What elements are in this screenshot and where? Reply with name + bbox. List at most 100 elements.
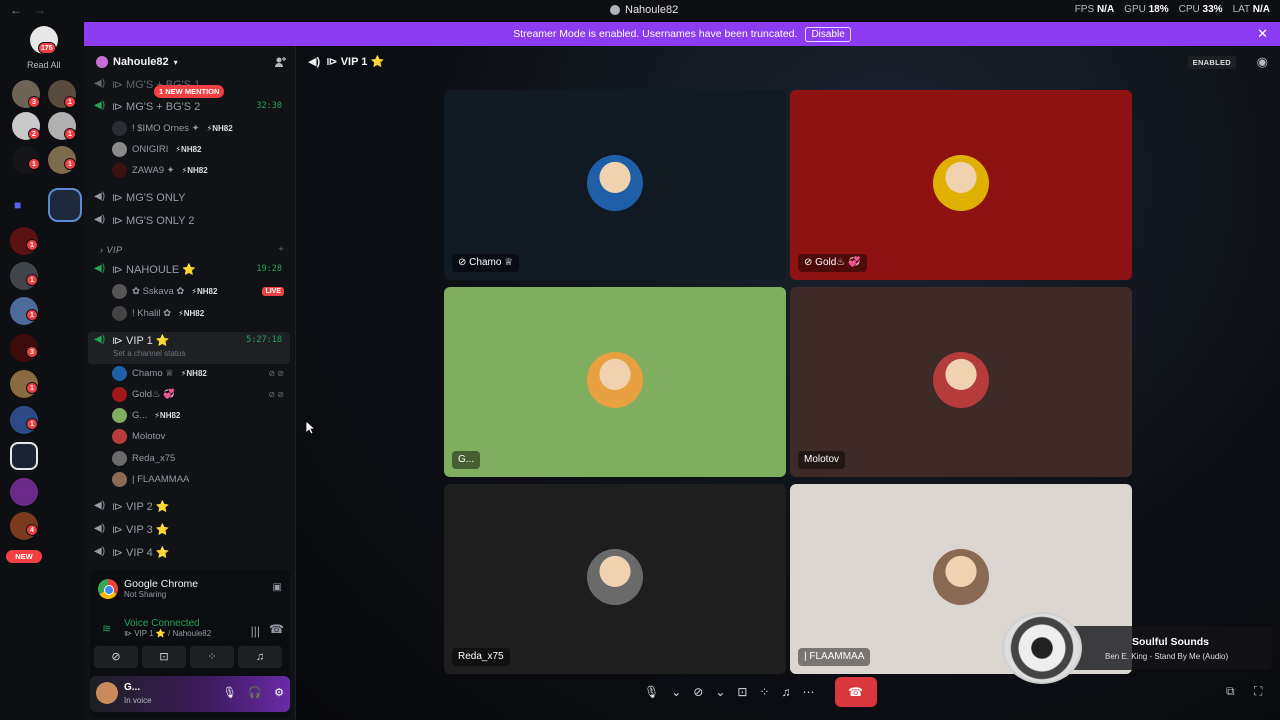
participant-name: Reda_x75	[452, 648, 510, 666]
voice-channel-mgs-bgs-2[interactable]: ◀) ⧐ MG'S + BG'S 2 32:30	[94, 96, 288, 116]
voice-user[interactable]: ZAWA9 ✦ ⚡NH82	[112, 160, 288, 180]
camera-off-icon[interactable]: ⊘	[693, 685, 703, 699]
chevron-down-icon: ›	[100, 245, 104, 255]
window-title: Nahoule82	[610, 4, 678, 16]
mouse-cursor-icon	[306, 421, 316, 435]
category-vip[interactable]: › VIP +	[100, 244, 284, 255]
participant-tile[interactable]: Reda_x75	[444, 484, 786, 674]
speaker-icon: ◀)	[94, 500, 106, 511]
voice-user[interactable]: Molotov	[112, 426, 288, 446]
avatar	[112, 365, 127, 381]
voice-channel-vip-2[interactable]: ◀) ⧐ VIP 2 ⭐	[94, 496, 288, 516]
noise-suppression-icon[interactable]: |||	[251, 624, 260, 638]
speaker-icon: ◀)	[94, 214, 106, 225]
voice-user[interactable]: G... ⚡NH82	[112, 405, 288, 425]
invite-people-icon[interactable]	[274, 56, 286, 68]
unread-badge: 1	[64, 128, 76, 140]
voice-connected-label[interactable]: Voice Connected	[124, 618, 288, 629]
add-channel-icon[interactable]: +	[278, 244, 284, 254]
server-name: Nahoule82	[113, 56, 169, 68]
avatar[interactable]	[96, 682, 118, 704]
avatar	[112, 283, 127, 299]
new-unreads-pill[interactable]: NEW	[6, 550, 42, 563]
participant-tile[interactable]: ⊘ Gold♨ 💞	[790, 90, 1132, 280]
participant-tile[interactable]: ⊘ Chamo ♕	[444, 90, 786, 280]
voice-channel-nahoule[interactable]: ◀) ⧐ NAHOULE ⭐ 19:28	[94, 259, 288, 279]
participant-name: Molotov	[798, 451, 846, 469]
soundboard-icon[interactable]: ♫	[782, 685, 791, 699]
voice-channel-vip-3[interactable]: ◀) ⧐ VIP 3 ⭐	[94, 519, 288, 539]
camera-off-button[interactable]: ⊘	[94, 646, 138, 668]
disconnect-icon[interactable]: ☎	[269, 622, 284, 636]
deafened-icon: ⊘ ⊘	[268, 389, 284, 399]
server-icon[interactable]	[10, 442, 38, 470]
voice-user[interactable]: ✿ Sskava ✿ ⚡NH82 LIVE	[112, 281, 288, 301]
participant-name: | FLAAMMAA	[798, 648, 871, 666]
window-titlebar: ← → Nahoule82 FPS N/A GPU 18% CPU 33% LA…	[0, 0, 1280, 22]
more-options-icon[interactable]: ⋯	[803, 685, 815, 699]
avatar	[112, 407, 127, 423]
microphone-icon[interactable]: 🎙	[222, 686, 236, 699]
voice-user[interactable]: | FLAAMMAA	[112, 469, 288, 489]
unread-badge: 3	[28, 96, 40, 108]
disable-button[interactable]: Disable	[805, 26, 851, 42]
share-screen-icon[interactable]: ▣	[273, 582, 282, 593]
forward-arrow-icon[interactable]: →	[34, 3, 46, 17]
voice-channel-mgs-only[interactable]: ◀) ⧐ MG'S ONLY	[94, 187, 288, 207]
user-name[interactable]: G...	[124, 682, 140, 693]
close-icon[interactable]: ✕	[1257, 26, 1268, 42]
voice-channel-vip-4[interactable]: ◀) ⧐ VIP 4 ⭐	[94, 542, 288, 562]
avatar	[112, 450, 127, 466]
voice-user[interactable]: ! Khalil ✿ ⚡NH82	[112, 303, 288, 323]
deafened-icon: ⊘ ⊘	[268, 368, 284, 378]
speaker-icon: ◀)	[94, 334, 106, 345]
headphones-icon[interactable]: 🎧	[248, 686, 262, 699]
deafened-icon: ⊘	[458, 257, 470, 268]
channel-sidebar: Nahoule82 ▾ ◀) ⧐ MG'S + BG'S 1 1 NEW MEN…	[84, 46, 296, 720]
voice-channel-vip-1[interactable]: ◀) ⧐ VIP 1 ⭐ 5:27:18	[94, 330, 288, 350]
voice-user[interactable]: Reda_x75	[112, 448, 288, 468]
voice-channel-mgs-only-2[interactable]: ◀) ⧐ MG'S ONLY 2	[94, 210, 288, 230]
chevron-down-icon[interactable]: ⌄	[671, 685, 681, 699]
speaker-icon: ◀)	[94, 100, 106, 111]
participant-tile[interactable]: G...	[444, 287, 786, 477]
speaker-icon: ◀)	[94, 78, 106, 89]
gear-icon[interactable]: ⚙	[274, 686, 284, 699]
activities-icon[interactable]: ⁘	[759, 685, 769, 699]
selected-server-icon[interactable]	[48, 188, 82, 222]
chat-icon[interactable]: ◉	[1257, 54, 1268, 70]
channel-title: ⧐ VIP 1 ⭐	[326, 56, 385, 68]
back-arrow-icon[interactable]: ←	[10, 3, 22, 17]
fullscreen-icon[interactable]: ⛶	[1254, 684, 1262, 699]
voice-channel-path[interactable]: ⧐ VIP 1 ⭐ / Nahoule82	[124, 629, 288, 638]
unread-badge: 2	[28, 128, 40, 140]
avatar	[587, 549, 643, 605]
voice-user[interactable]: ! $IMO Ornes ✦ ⚡NH82	[112, 118, 288, 138]
avatar	[933, 155, 989, 211]
microphone-icon[interactable]: 🎙	[644, 685, 659, 699]
server-icon[interactable]	[10, 478, 38, 506]
channel-status-hint[interactable]: Set a channel status	[113, 349, 186, 358]
voice-user[interactable]: ONIGIRI ⚡NH82	[112, 139, 288, 159]
screen-share-button[interactable]: ⊡	[142, 646, 186, 668]
disconnect-button[interactable]: ☎	[834, 677, 877, 707]
unread-badge: 1	[26, 418, 38, 430]
participant-tile[interactable]: Molotov	[790, 287, 1132, 477]
avatar	[112, 162, 127, 178]
folder-icon[interactable]: ■	[14, 198, 32, 212]
voice-user[interactable]: Chamo ♕ ⚡NH82 ⊘ ⊘	[112, 363, 288, 383]
chevron-down-icon[interactable]: ⌄	[715, 685, 725, 699]
popout-icon[interactable]: ⧉	[1226, 684, 1235, 699]
voice-user[interactable]: Gold♨ 💞 ⊘ ⊘	[112, 384, 288, 404]
unread-badge: 1	[26, 382, 38, 394]
now-playing-widget: Soulful Sounds Ben E. King - Stand By Me…	[1002, 612, 1272, 684]
voice-action-buttons: ⊘ ⊡ ⁘ ♫	[94, 646, 282, 668]
soundboard-button[interactable]: ♫	[238, 646, 282, 668]
unread-badge: 3	[26, 346, 38, 358]
screen-share-icon[interactable]: ⊡	[737, 685, 747, 699]
activities-button[interactable]: ⁘	[190, 646, 234, 668]
unread-badge: 1	[26, 274, 38, 286]
vinyl-record-icon	[1002, 612, 1082, 684]
streamer-mode-banner: Streamer Mode is enabled. Usernames have…	[84, 22, 1280, 46]
call-controls: 🎙 ⌄ ⊘ ⌄ ⊡ ⁘ ♫ ⋯ ☎	[644, 676, 924, 708]
